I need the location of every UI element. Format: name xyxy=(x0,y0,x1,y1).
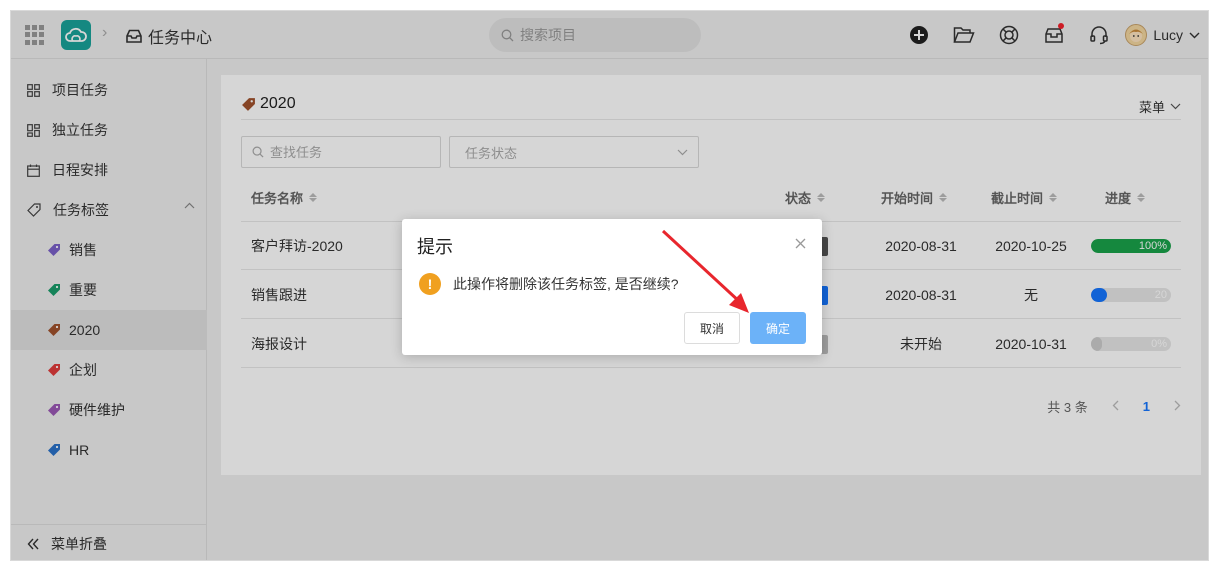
close-icon xyxy=(795,238,805,248)
annotation-arrow-path xyxy=(661,229,743,305)
close-button[interactable] xyxy=(792,235,808,251)
dialog-title: 提示 xyxy=(417,237,453,257)
dialog-body: ! 此操作将删除该任务标签, 是否继续? xyxy=(419,273,679,295)
warning-icon: ! xyxy=(419,273,441,295)
app-window: › 任务中心 搜索项目 Lucy 项目任务 独立任务 日程安排 任务标签 销售 … xyxy=(10,10,1209,561)
dialog-message: 此操作将删除该任务标签, 是否继续? xyxy=(453,276,679,292)
annotation-arrow-icon xyxy=(661,229,749,313)
